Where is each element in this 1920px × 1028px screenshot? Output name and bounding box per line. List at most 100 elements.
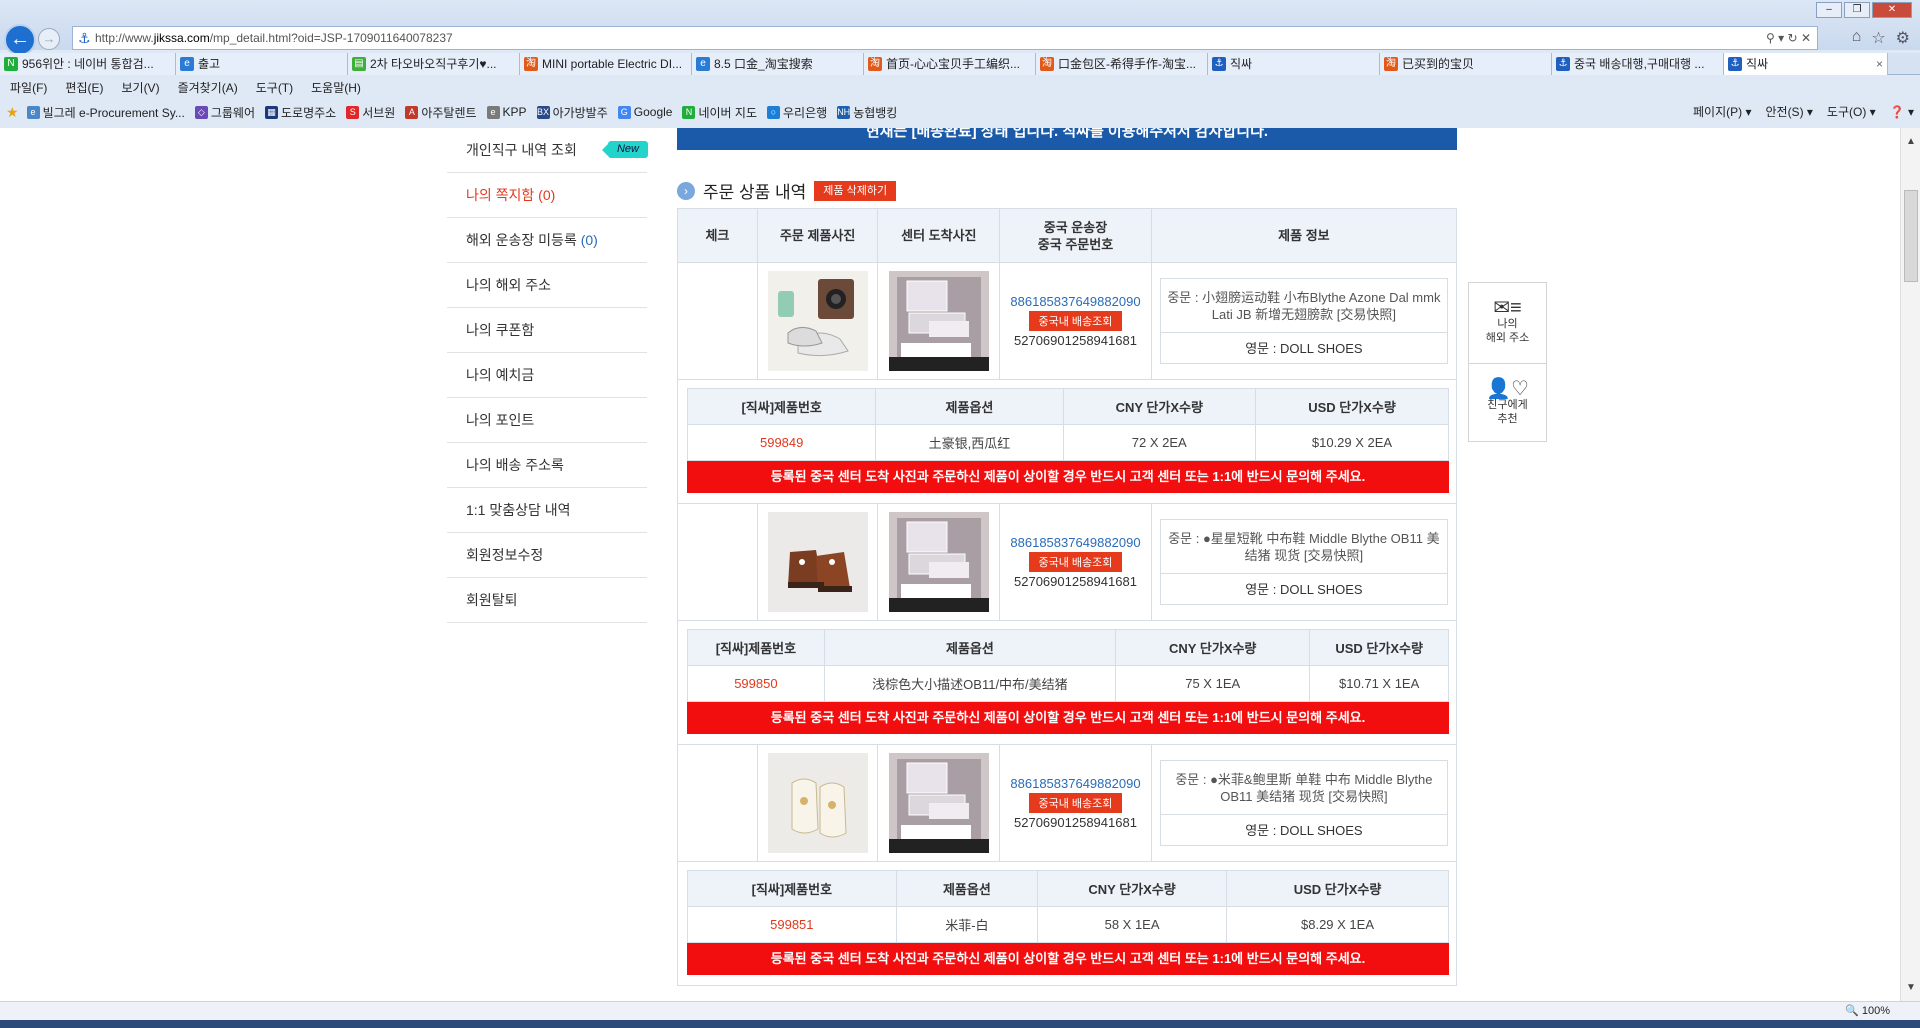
sidebar-item[interactable]: 나의 해외 주소 — [447, 263, 647, 308]
favorite-label: KPP — [502, 105, 527, 119]
sidebar-item[interactable]: 개인직구 내역 조회 New — [447, 128, 648, 173]
url-input[interactable]: ⚓ http://www.jikssa.com/mp_detail.html?o… — [72, 26, 1818, 50]
cn-shipping-track-button[interactable]: 중국내 배송조회 — [1028, 552, 1123, 572]
command-item[interactable]: 페이지(P) ▾ — [1693, 100, 1751, 124]
favorites-star-icon[interactable]: ☆ — [1871, 28, 1885, 48]
product-check-cell[interactable] — [678, 745, 758, 861]
menu-item[interactable]: 편집(E) — [65, 78, 103, 98]
product-code[interactable]: 599849 — [686, 424, 877, 461]
menu-item[interactable]: 도움말(H) — [311, 78, 361, 98]
stop-icon[interactable]: ✕ — [1801, 31, 1811, 45]
search-icon[interactable]: ⚲ — [1766, 31, 1775, 45]
product-code[interactable]: 599851 — [687, 906, 897, 943]
favorite-link[interactable]: NH 농협뱅킹 — [837, 104, 897, 121]
sidebar-item[interactable]: 회원정보수정 — [447, 533, 647, 578]
home-icon[interactable]: ⌂ — [1852, 28, 1862, 48]
center-arrival-image[interactable] — [888, 271, 989, 371]
url-tools: ⚲ ▾ ↻ ✕ — [1766, 31, 1811, 45]
quick-menu-item2-line2: 추천 — [1497, 412, 1518, 425]
header-product-code: [직싸]제품번호 — [687, 629, 825, 666]
menu-item[interactable]: 즐겨찾기(A) — [178, 78, 238, 98]
forward-button[interactable]: → — [38, 28, 60, 50]
browser-tab[interactable]: 淘首页-心心宝贝手工编织... — [864, 53, 1036, 75]
back-button[interactable]: ← — [4, 24, 36, 56]
quick-menu-overseas-address[interactable]: ✉≡ 나의 해외 주소 — [1469, 283, 1546, 363]
browser-tab[interactable]: 淘已买到的宝贝 — [1380, 53, 1552, 75]
browser-tab[interactable]: ⚓ 중국 배송대행,구매대행 ... — [1552, 53, 1724, 75]
sidebar-item-label: 1:1 맞춤상담 내역 — [466, 502, 571, 518]
menu-item[interactable]: 도구(T) — [256, 78, 293, 98]
product-check-cell[interactable] — [678, 263, 758, 379]
sidebar-item[interactable]: 회원탈퇴 — [447, 578, 647, 623]
favorites-star-icon[interactable]: ★ — [6, 104, 19, 121]
product-name-zh: 중문 : ●星星短靴 中布鞋 Middle Blythe OB11 美结猪 现货… — [1159, 519, 1449, 573]
sidebar-item[interactable]: 1:1 맞춤상담 내역 — [447, 488, 647, 533]
favorite-link[interactable]: ◇ 그룹웨어 — [194, 104, 255, 121]
favorite-link[interactable]: N 네이버 지도 — [682, 104, 757, 121]
sidebar-item[interactable]: 나의 쿠폰함 — [447, 308, 647, 353]
status-banner: 현재는 [배송완료] 상태 입니다. 직싸를 이용해주셔서 감사합니다. — [677, 128, 1457, 150]
browser-tab[interactable]: e 8.5 口金_淘宝搜索 — [692, 53, 864, 75]
favorite-link[interactable]: BX 아가방발주 — [536, 104, 608, 121]
favorite-link[interactable]: A 아주탈렌트 — [405, 104, 477, 121]
settings-gear-icon[interactable]: ⚙ — [1896, 28, 1910, 48]
order-product-image[interactable] — [767, 271, 868, 371]
center-arrival-image[interactable] — [888, 512, 989, 612]
favorite-link[interactable]: G Google — [617, 105, 672, 119]
cn-shipping-cell: 886185837649882090 중국내 배송조회 52706901258941… — [1000, 745, 1152, 861]
cn-shipping-track-button[interactable]: 중국내 배송조회 — [1028, 311, 1123, 331]
close-tab-icon[interactable]: × — [1876, 53, 1883, 75]
favorite-link[interactable]: e 빌그레 e-Procurement Sy... — [26, 104, 185, 121]
product-code[interactable]: 599850 — [687, 665, 825, 702]
tab-label: 2차 타오바오직구후기♥... — [370, 57, 497, 71]
favorite-label: 빌그레 e-Procurement Sy... — [42, 105, 185, 120]
favorite-link[interactable]: S 서브원 — [346, 104, 395, 121]
product-option: 浅棕色大小描述OB11/中布/美结猪 — [823, 665, 1117, 702]
vertical-scrollbar[interactable]: ▲ ▼ — [1900, 128, 1920, 1001]
product-info-cell: 중문 : ●星星短靴 中布鞋 Middle Blythe OB11 美结猪 现货… — [1152, 504, 1456, 620]
browser-tab[interactable]: ⚓ 직싸 × — [1724, 53, 1888, 75]
quick-menu-recommend-friend[interactable]: 👤♡ 친구에게 추천 — [1469, 363, 1546, 443]
tab-label: 출고 — [198, 57, 221, 71]
browser-tab[interactable]: ⚓ 직싸 — [1208, 53, 1380, 75]
browser-tab[interactable]: e 출고 — [176, 53, 348, 75]
product-name-zh: 중문 : ●米菲&鲍里斯 单鞋 中布 Middle Blythe OB11 美结… — [1159, 760, 1449, 814]
cn-tracking-number[interactable]: 886185837649882090 — [1010, 776, 1140, 791]
favorite-link[interactable]: e KPP — [486, 105, 527, 119]
browser-tab[interactable]: 淘口金包区-希得手作-淘宝... — [1036, 53, 1208, 75]
close-window-button[interactable]: ✕ — [1872, 2, 1912, 18]
order-product-image[interactable] — [767, 753, 868, 853]
command-item[interactable]: 도구(O) ▾ — [1827, 100, 1876, 124]
scroll-up-icon[interactable]: ▲ — [1906, 136, 1916, 147]
favorite-link[interactable]: ○ 우리은행 — [767, 104, 827, 121]
maximize-button[interactable]: ❐ — [1844, 2, 1870, 18]
cn-order-number: 5270690125894168​1 — [1014, 815, 1137, 830]
product-check-cell[interactable] — [678, 504, 758, 620]
refresh-icon[interactable]: ↻ — [1788, 31, 1798, 45]
window-controls: – ❐ ✕ — [1816, 2, 1912, 18]
browser-tab[interactable]: 淘 MINI portable Electric DI... — [520, 53, 692, 75]
delete-products-button[interactable]: 제품 삭제하기 — [814, 180, 897, 201]
browser-tab[interactable]: ▤ 2차 타오바오직구후기♥... — [348, 53, 520, 75]
sidebar-item[interactable]: 나의 포인트 — [447, 398, 647, 443]
command-item[interactable]: 안전(S) ▾ — [1765, 100, 1812, 124]
scroll-down-icon[interactable]: ▼ — [1906, 982, 1916, 993]
cn-tracking-number[interactable]: 886185837649882090 — [1010, 294, 1140, 309]
sidebar-item[interactable]: 해외 운송장 미등록 (0) — [447, 218, 647, 263]
sidebar-item[interactable]: 나의 예치금 — [447, 353, 647, 398]
browser-tab[interactable]: N 956위안 : 네이버 통합검... — [0, 53, 176, 75]
command-item[interactable]: ❓ ▾ — [1890, 100, 1914, 124]
scroll-thumb[interactable] — [1904, 190, 1918, 282]
menu-item[interactable]: 보기(V) — [121, 78, 159, 98]
cn-shipping-track-button[interactable]: 중국내 배송조회 — [1028, 793, 1123, 813]
product-option: 米菲-白 — [895, 906, 1039, 943]
minimize-button[interactable]: – — [1816, 2, 1842, 18]
order-product-image[interactable] — [767, 512, 868, 612]
favorite-link[interactable]: ▦ 도로명주소 — [265, 104, 336, 121]
sidebar-item[interactable]: 나의 쪽지함 (0) — [447, 173, 647, 218]
center-arrival-image[interactable] — [888, 753, 989, 853]
cn-tracking-number[interactable]: 886185837649882090 — [1010, 535, 1140, 550]
zoom-level[interactable]: 🔍 100% — [1845, 1002, 1890, 1021]
sidebar-item[interactable]: 나의 배송 주소록 — [447, 443, 647, 488]
menu-item[interactable]: 파일(F) — [10, 78, 47, 98]
